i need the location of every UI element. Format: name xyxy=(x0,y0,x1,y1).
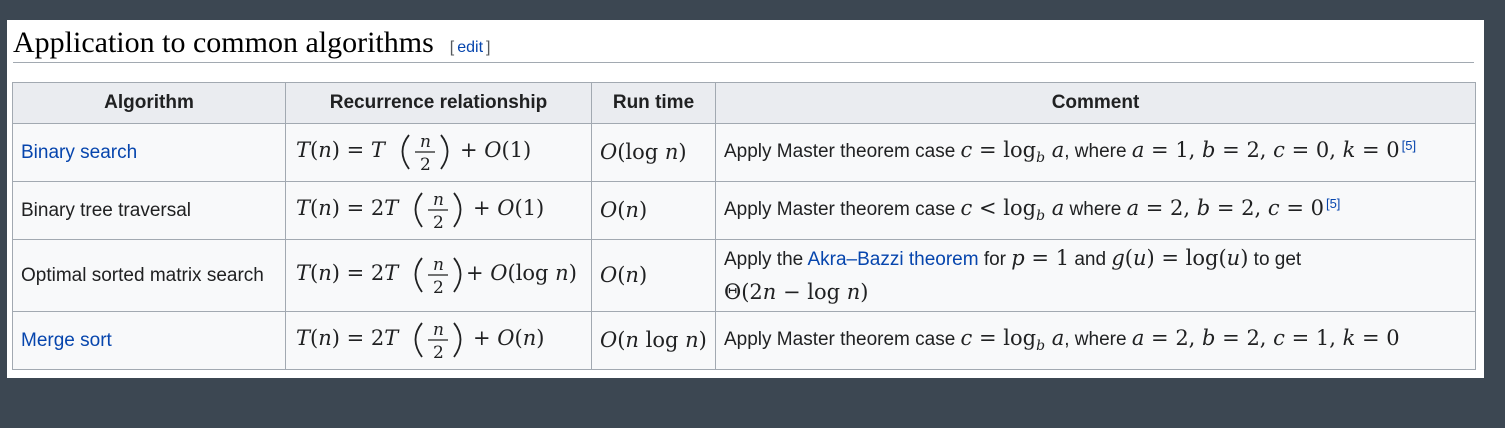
recurrence-formula: T(n) = 2T n 2 + O(log n) xyxy=(296,255,577,298)
recurrence-formula-text: T(n) = T xyxy=(296,138,387,162)
recurrence-cell: T(n) = 2T n 2 + O(1) xyxy=(285,181,592,240)
header-runtime: Run time xyxy=(591,82,716,124)
paren-left-icon xyxy=(414,191,423,228)
edit-bracket-open: [ xyxy=(449,39,455,56)
section-heading: Application to common algorithms [edit] xyxy=(13,24,1474,63)
table-row: Binary search T(n) = T n 2 + O(1) O(log … xyxy=(12,123,1476,182)
comment-math-params: a = 2, b = 2, c = 1, k = 0 xyxy=(1131,326,1400,351)
recurrence-cell: T(n) = 2T n 2 + O(log n) xyxy=(285,239,592,312)
comment-math-params: a = 2, b = 2, c = 0 xyxy=(1126,196,1324,221)
comment-for: for xyxy=(983,248,1007,270)
comment-where: , where xyxy=(1064,141,1127,163)
reference-5-link[interactable]: [5] xyxy=(1402,138,1416,153)
algorithms-table: Algorithm Recurrence relationship Run ti… xyxy=(12,82,1476,370)
denominator-text: 2 xyxy=(433,343,444,363)
comment-math-theta: Θ(2n − log n) xyxy=(724,279,869,304)
table-row: Optimal sorted matrix search T(n) = 2T n… xyxy=(12,239,1476,312)
comment-line-2: Θ(2n − log n) xyxy=(724,276,1467,310)
denominator-text: 2 xyxy=(433,278,444,298)
reference-5[interactable]: [5] xyxy=(1326,196,1340,211)
runtime-value: O(n) xyxy=(600,198,648,222)
comment-cell: Apply Master theorem case c < logb a whe… xyxy=(715,181,1476,240)
paren-right-icon xyxy=(453,191,462,228)
recurrence-tail-text: + O(1) xyxy=(473,196,544,220)
paren-left-icon xyxy=(414,256,423,293)
runtime-cell: O(n) xyxy=(591,181,716,240)
edit-link[interactable]: edit xyxy=(457,39,483,56)
denominator-text: 2 xyxy=(420,155,431,175)
comment-math-p: p = 1 xyxy=(1011,245,1070,270)
comment-text: Apply Master theorem case xyxy=(724,329,956,351)
section-title: Application to common algorithms xyxy=(13,26,434,59)
runtime-cell: O(n) xyxy=(591,239,716,312)
header-comment: Comment xyxy=(715,82,1476,124)
table-header-row: Algorithm Recurrence relationship Run ti… xyxy=(12,82,1476,124)
binary-search-link[interactable]: Binary search xyxy=(21,142,137,163)
runtime-value: O(log n) xyxy=(600,140,687,164)
comment-math-params: a = 1, b = 2, c = 0, k = 0 xyxy=(1131,138,1400,163)
article-section: Application to common algorithms [edit] … xyxy=(7,20,1484,378)
comment-cell: Apply the Akra–Bazzi theorem for p = 1 a… xyxy=(715,239,1476,312)
header-recurrence: Recurrence relationship xyxy=(285,82,592,124)
akra-bazzi-link[interactable]: Akra–Bazzi theorem xyxy=(807,249,978,270)
comment-cell: Apply Master theorem case c = logb a, wh… xyxy=(715,311,1476,370)
comment-text: Apply Master theorem case xyxy=(724,141,956,163)
reference-5-link[interactable]: [5] xyxy=(1326,196,1340,211)
reference-5[interactable]: [5] xyxy=(1402,138,1416,153)
comment-prefix: Apply the xyxy=(724,248,804,270)
comment-cell: Apply Master theorem case c = logb a, wh… xyxy=(715,123,1476,182)
comment-line-1: Apply the Akra–Bazzi theorem for p = 1 a… xyxy=(724,242,1467,276)
recurrence-cell: T(n) = T n 2 + O(1) xyxy=(285,123,592,182)
runtime-value: O(n log n) xyxy=(600,328,707,352)
comment-math-case: c < logb a xyxy=(960,196,1065,225)
runtime-value: O(n) xyxy=(600,263,648,287)
runtime-cell: O(n log n) xyxy=(591,311,716,370)
recurrence-formula-text: T(n) = 2T xyxy=(296,196,400,220)
comment-to-get: to get xyxy=(1253,248,1302,270)
numerator-text: n xyxy=(433,190,444,210)
recurrence-formula: T(n) = 2T n 2 + O(n) xyxy=(296,320,544,363)
comment-where: , where xyxy=(1064,329,1127,351)
merge-sort-link[interactable]: Merge sort xyxy=(21,330,112,351)
recurrence-formula-text: T(n) = 2T xyxy=(296,261,400,285)
algorithm-cell: Binary tree traversal xyxy=(12,181,286,240)
denominator-text: 2 xyxy=(433,213,444,233)
algorithm-cell: Binary search xyxy=(12,123,286,182)
recurrence-cell: T(n) = 2T n 2 + O(n) xyxy=(285,311,592,370)
comment-math-g: g(u) = log(u) xyxy=(1111,245,1249,270)
recurrence-formula: T(n) = 2T n 2 + O(1) xyxy=(296,190,544,233)
recurrence-formula-text: T(n) = 2T xyxy=(296,326,400,350)
comment-and: and xyxy=(1074,248,1107,270)
paren-right-icon xyxy=(453,321,462,358)
algorithm-cell: Optimal sorted matrix search xyxy=(12,239,286,312)
comment-math-case: c = logb a xyxy=(960,138,1065,167)
runtime-cell: O(log n) xyxy=(591,123,716,182)
edit-bracket-close: ] xyxy=(486,39,491,56)
recurrence-tail-text: + O(n) xyxy=(473,326,544,350)
comment-math-case: c = logb a xyxy=(960,326,1065,355)
paren-right-icon xyxy=(440,133,449,170)
paren-left-icon xyxy=(401,133,410,170)
table-row: Merge sort T(n) = 2T n 2 + O(n) O(n log … xyxy=(12,311,1476,370)
comment-where: where xyxy=(1069,199,1122,221)
header-algorithm: Algorithm xyxy=(12,82,286,124)
recurrence-tail-text: + O(1) xyxy=(460,138,531,162)
recurrence-formula: T(n) = T n 2 + O(1) xyxy=(296,132,531,175)
table-row: Binary tree traversal T(n) = 2T n 2 + O(… xyxy=(12,181,1476,240)
edit-section: [edit] xyxy=(450,39,491,62)
comment-text: Apply Master theorem case xyxy=(724,199,956,221)
recurrence-tail-text: + O(log n) xyxy=(466,261,577,285)
numerator-text: n xyxy=(433,320,444,340)
numerator-text: n xyxy=(433,255,444,275)
algorithm-cell: Merge sort xyxy=(12,311,286,370)
paren-left-icon xyxy=(414,321,423,358)
numerator-text: n xyxy=(420,132,431,152)
paren-right-icon xyxy=(453,256,462,293)
